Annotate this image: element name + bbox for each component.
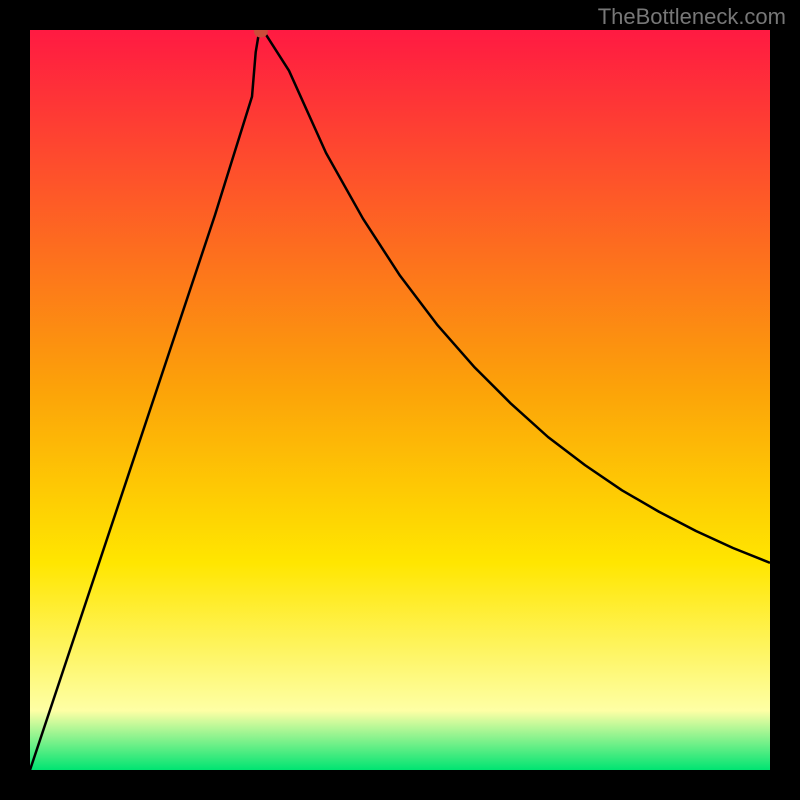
chart-svg bbox=[30, 30, 770, 770]
chart-plot-area bbox=[30, 30, 770, 770]
chart-background bbox=[30, 30, 770, 770]
watermark-text: TheBottleneck.com bbox=[598, 4, 786, 30]
chart-frame: TheBottleneck.com bbox=[0, 0, 800, 800]
